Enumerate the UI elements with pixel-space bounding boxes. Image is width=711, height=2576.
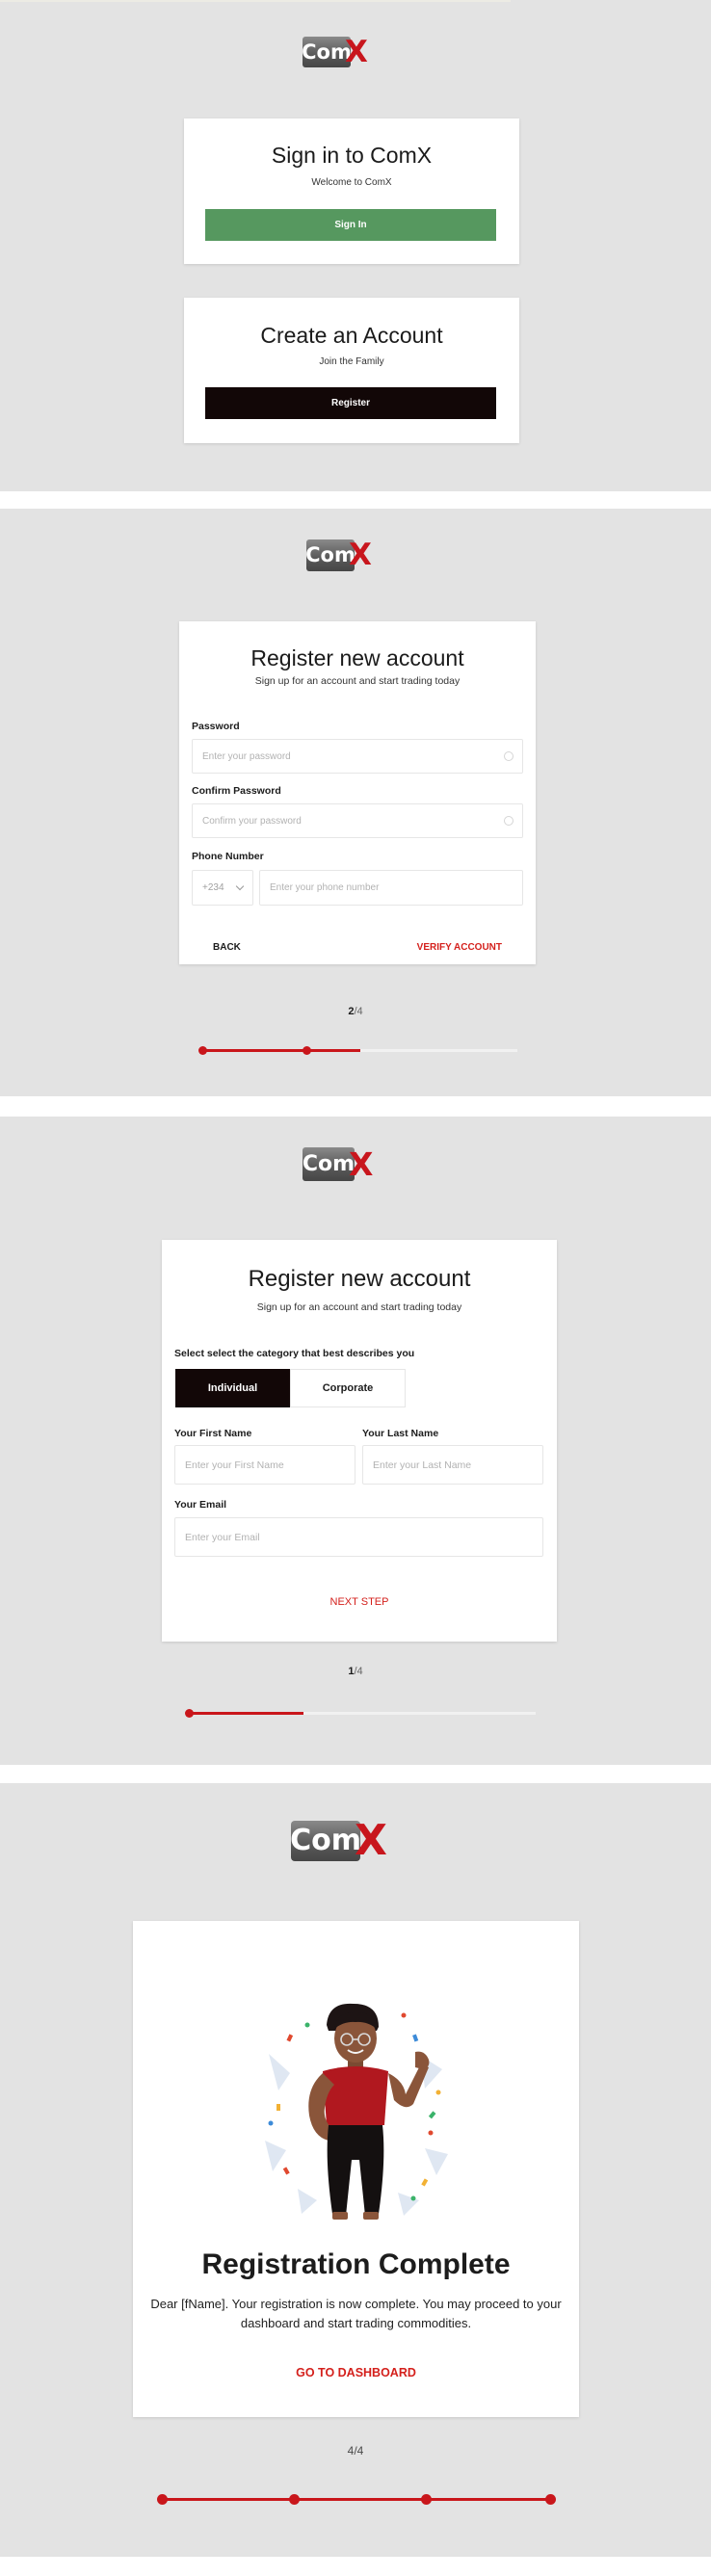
logo-com: Com [303,1147,355,1181]
create-account-card: Create an Account Join the Family Regist… [184,298,519,443]
confirm-password-label: Confirm Password [192,785,281,797]
step-counter: 2/4 [0,1006,711,1017]
complete-card: Registration Complete Dear [fName]. Your… [133,1921,579,2417]
registration-complete-title: Registration Complete [201,2248,511,2280]
step-total: /4 [354,1666,363,1677]
logo-com: Com [302,37,352,67]
step-total: /4 [354,1006,363,1017]
register-title: Register new account [250,645,464,670]
progress-track [198,1046,517,1055]
comx-logo: Com X [302,35,368,69]
category-label: Select select the category that best des… [174,1348,415,1359]
signin-card: Sign in to ComX Welcome to ComX Sign In [184,118,519,264]
email-input[interactable] [175,1518,542,1556]
first-name-input[interactable] [175,1446,355,1484]
phone-label: Phone Number [192,851,264,862]
first-name-label: Your First Name [174,1428,252,1439]
next-step-button[interactable]: NEXT STEP [162,1596,557,1608]
phone-field[interactable] [259,870,523,906]
registration-complete-screen: Com X Registration Complete Dear [fName]… [0,1783,711,2557]
register-subtitle: Sign up for an account and start trading… [254,675,461,687]
progress-dot [421,2494,433,2505]
first-name-field[interactable] [174,1445,356,1485]
logo-x: X [345,35,368,69]
chevron-down-icon [235,881,245,891]
comx-logo: Com X [290,1816,387,1865]
go-to-dashboard-button[interactable]: GO TO DASHBOARD [133,2366,579,2379]
signin-subtitle: Welcome to ComX [311,177,392,188]
password-label: Password [192,721,240,732]
register-button[interactable]: Register [205,387,496,419]
confirm-password-input[interactable] [193,804,522,837]
logo-com: Com [290,1820,361,1861]
country-code-select[interactable]: +234 [192,870,253,906]
last-name-field[interactable] [362,1445,543,1485]
create-account-title: Create an Account [260,323,443,348]
progress-dot [157,2494,168,2505]
logo-x: X [355,1816,387,1865]
verify-account-button[interactable]: VERIFY ACCOUNT [417,942,502,953]
last-name-label: Your Last Name [362,1428,439,1439]
logo-x: X [349,538,372,572]
tab-corporate[interactable]: Corporate [290,1369,406,1407]
registration-complete-message: Dear [fName]. Your registration is now c… [150,2297,562,2330]
comx-logo: Com X [305,538,372,572]
progress-track [157,2494,556,2505]
logo-com: Com [305,539,356,571]
register-subtitle: Sign up for an account and start trading… [256,1301,462,1313]
progress-track [185,1709,536,1718]
eye-icon[interactable] [504,751,514,761]
top-border [0,0,511,2]
progress-dot [198,1046,207,1055]
progress-dot [289,2494,301,2505]
step-counter: 1/4 [0,1666,711,1677]
tab-individual[interactable]: Individual [175,1369,290,1407]
eye-icon[interactable] [504,816,514,826]
phone-input[interactable] [260,871,522,905]
country-code-value: +234 [202,882,224,893]
signin-screen: Com X Sign in to ComX Welcome to ComX Si… [0,0,711,491]
progress-fill [162,2498,550,2501]
celebration-illustration [265,2003,448,2220]
progress-dot [185,1709,194,1718]
confirm-password-field[interactable] [192,803,523,838]
comx-logo: Com X [303,1145,374,1183]
register-title: Register new account [248,1266,471,1292]
progress-dot [302,1046,311,1055]
register-step1-screen: Com X Register new account Sign up for a… [0,1117,711,1765]
password-input[interactable] [193,740,522,773]
email-label: Your Email [174,1499,227,1511]
progress-fill [189,1712,303,1715]
register-card: Register new account Sign up for an acco… [162,1240,557,1642]
signin-button[interactable]: Sign In [205,209,496,241]
register-step2-screen: Com X Register new account Sign up for a… [0,509,711,1096]
signin-title: Sign in to ComX [271,143,433,168]
last-name-input[interactable] [363,1446,542,1484]
create-account-subtitle: Join the Family [319,356,384,367]
register-card: Register new account Sign up for an acco… [179,621,536,964]
back-button[interactable]: BACK [213,942,241,953]
email-field[interactable] [174,1517,543,1557]
progress-fill [202,1049,360,1052]
password-field[interactable] [192,739,523,774]
step-counter: 4/4 [347,2444,364,2458]
logo-x: X [349,1145,374,1183]
progress-dot [545,2494,556,2505]
